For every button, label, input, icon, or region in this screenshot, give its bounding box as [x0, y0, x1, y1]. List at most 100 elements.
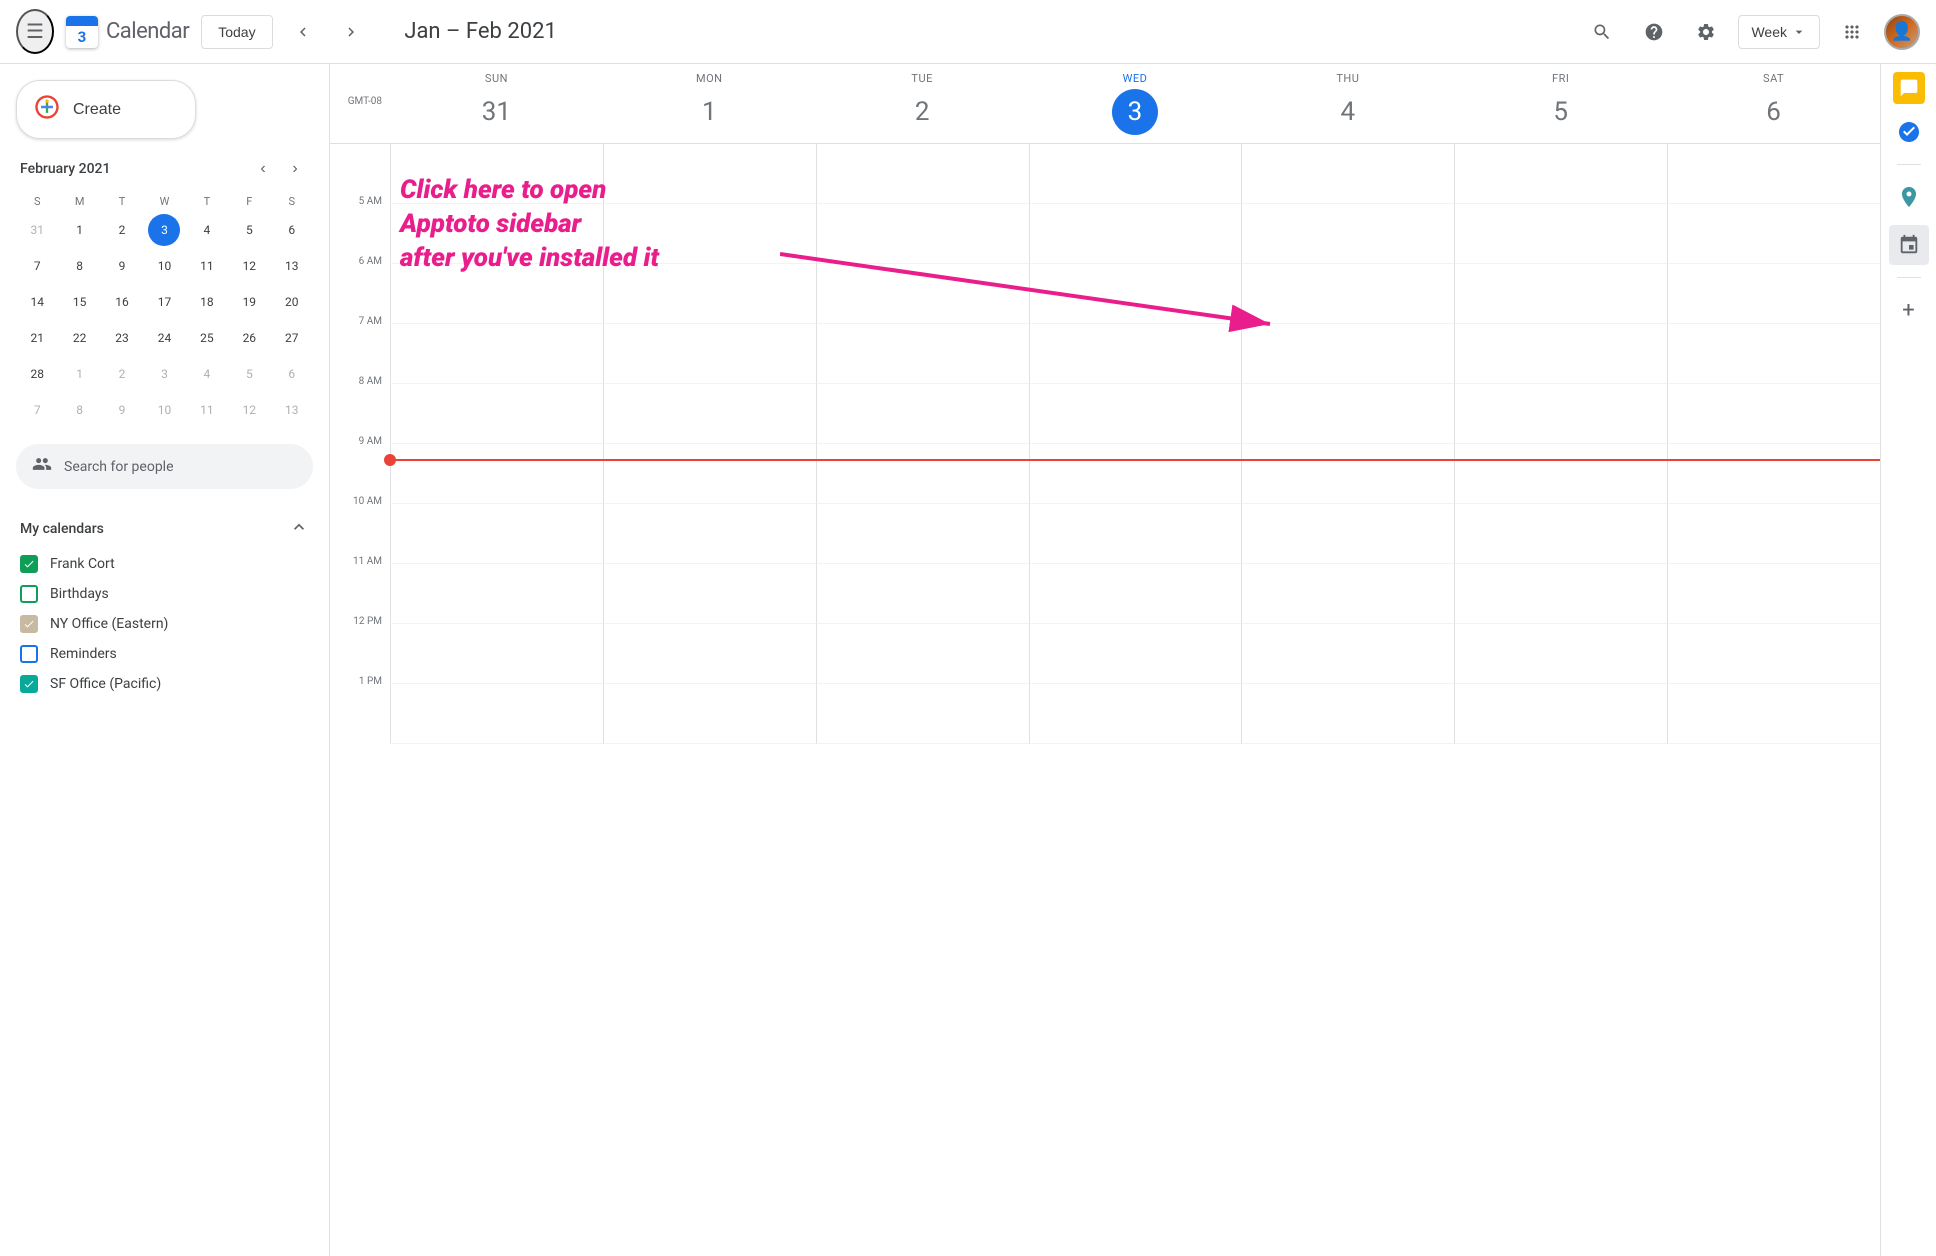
calendar-cell[interactable] [603, 384, 816, 444]
calendar-item[interactable]: NY Office (Eastern) [16, 609, 313, 639]
mini-cal-day[interactable]: 7 [21, 394, 53, 426]
mini-cal-day[interactable]: 12 [233, 250, 265, 282]
mini-cal-day[interactable]: 7 [21, 250, 53, 282]
mini-cal-day[interactable]: 15 [64, 286, 96, 318]
mini-cal-day[interactable]: 10 [148, 394, 180, 426]
mini-cal-day[interactable]: 12 [233, 394, 265, 426]
calendar-cell[interactable] [1029, 624, 1242, 684]
today-button[interactable]: Today [201, 15, 272, 49]
calendar-cell[interactable] [1454, 624, 1667, 684]
mini-cal-day[interactable]: 27 [276, 322, 308, 354]
calendar-item[interactable]: Birthdays [16, 579, 313, 609]
calendar-cell[interactable] [816, 144, 1029, 204]
calendar-cell[interactable] [390, 264, 603, 324]
maps-icon[interactable] [1889, 177, 1929, 217]
menu-button[interactable]: ☰ [16, 9, 54, 54]
mini-cal-day[interactable]: 20 [276, 286, 308, 318]
mini-cal-day[interactable]: 8 [64, 394, 96, 426]
add-extension-button[interactable]: + [1889, 290, 1929, 330]
apps-button[interactable] [1832, 12, 1872, 52]
calendar-cell[interactable] [1029, 564, 1242, 624]
mini-cal-day[interactable]: 5 [233, 214, 265, 246]
view-selector[interactable]: Week [1738, 15, 1820, 49]
calendar-cell[interactable] [1029, 504, 1242, 564]
mini-cal-day[interactable]: 21 [21, 322, 53, 354]
calendar-cell[interactable] [1241, 204, 1454, 264]
calendar-cell[interactable] [1241, 264, 1454, 324]
calendar-item[interactable]: SF Office (Pacific) [16, 669, 313, 699]
calendar-cell[interactable] [1667, 384, 1880, 444]
calendar-cell[interactable] [1667, 264, 1880, 324]
mini-cal-day[interactable]: 3 [148, 358, 180, 390]
mini-cal-day[interactable]: 11 [191, 250, 223, 282]
calendar-cell[interactable] [603, 144, 816, 204]
calendar-cell[interactable] [1667, 504, 1880, 564]
calendar-cell[interactable] [390, 684, 603, 744]
help-button[interactable] [1634, 12, 1674, 52]
calendar-cell[interactable] [603, 504, 816, 564]
mini-cal-day[interactable]: 31 [21, 214, 53, 246]
search-button[interactable] [1582, 12, 1622, 52]
mini-cal-day[interactable]: 1 [64, 214, 96, 246]
calendar-cell[interactable] [1454, 444, 1667, 504]
calendar-cell[interactable] [816, 684, 1029, 744]
calendar-cell[interactable] [1667, 624, 1880, 684]
calendar-cell[interactable] [816, 264, 1029, 324]
mini-cal-day[interactable]: 13 [276, 394, 308, 426]
calendar-cell[interactable] [1241, 624, 1454, 684]
calendar-cell[interactable] [603, 624, 816, 684]
calendar-cell[interactable] [1667, 564, 1880, 624]
calendar-cell[interactable] [1029, 444, 1242, 504]
mini-cal-day[interactable]: 22 [64, 322, 96, 354]
calendar-cell[interactable] [1454, 144, 1667, 204]
calendar-cell[interactable] [816, 564, 1029, 624]
mini-cal-day[interactable]: 6 [276, 358, 308, 390]
apptoto-calendar-icon[interactable] [1889, 225, 1929, 265]
mini-cal-day[interactable]: 5 [233, 358, 265, 390]
calendar-cell[interactable] [390, 624, 603, 684]
sticky-note-icon[interactable] [1893, 72, 1925, 104]
mini-cal-day[interactable]: 26 [233, 322, 265, 354]
mini-cal-day[interactable]: 19 [233, 286, 265, 318]
calendar-cell[interactable] [1454, 564, 1667, 624]
calendar-cell[interactable] [1454, 384, 1667, 444]
calendar-cell[interactable] [1667, 444, 1880, 504]
calendar-cell[interactable] [1029, 384, 1242, 444]
calendar-cell[interactable] [1029, 144, 1242, 204]
calendar-cell[interactable] [1029, 324, 1242, 384]
calendar-cell[interactable] [390, 324, 603, 384]
calendar-cell[interactable] [603, 444, 816, 504]
calendar-cell[interactable] [1241, 684, 1454, 744]
app-logo[interactable]: 3 Calendar [66, 16, 189, 48]
calendar-cell[interactable] [603, 204, 816, 264]
calendar-cell[interactable] [390, 564, 603, 624]
calendar-cell[interactable] [1667, 684, 1880, 744]
calendar-cell[interactable] [603, 564, 816, 624]
calendar-cell[interactable] [816, 624, 1029, 684]
calendar-cell[interactable] [816, 324, 1029, 384]
calendar-cell[interactable] [390, 204, 603, 264]
calendar-cell[interactable] [1454, 324, 1667, 384]
calendar-cell[interactable] [390, 504, 603, 564]
mini-cal-day[interactable]: 1 [64, 358, 96, 390]
calendar-item[interactable]: Frank Cort [16, 549, 313, 579]
calendar-cell[interactable] [390, 144, 603, 204]
mini-cal-next[interactable]: › [281, 155, 309, 183]
mini-cal-day[interactable]: 9 [106, 250, 138, 282]
mini-cal-day[interactable]: 25 [191, 322, 223, 354]
calendar-item[interactable]: Reminders [16, 639, 313, 669]
calendar-cell[interactable] [1454, 264, 1667, 324]
calendar-cell[interactable] [390, 444, 603, 504]
mini-cal-day[interactable]: 11 [191, 394, 223, 426]
calendar-cell[interactable] [1029, 684, 1242, 744]
next-nav-button[interactable] [333, 14, 369, 50]
calendar-cell[interactable] [816, 504, 1029, 564]
mini-cal-day[interactable]: 3 [148, 214, 180, 246]
mini-cal-day[interactable]: 13 [276, 250, 308, 282]
calendar-cell[interactable] [1454, 204, 1667, 264]
my-calendars-header[interactable]: My calendars [16, 509, 313, 549]
mini-cal-day[interactable]: 17 [148, 286, 180, 318]
calendar-cell[interactable] [390, 384, 603, 444]
settings-button[interactable] [1686, 12, 1726, 52]
calendar-cell[interactable] [1241, 504, 1454, 564]
